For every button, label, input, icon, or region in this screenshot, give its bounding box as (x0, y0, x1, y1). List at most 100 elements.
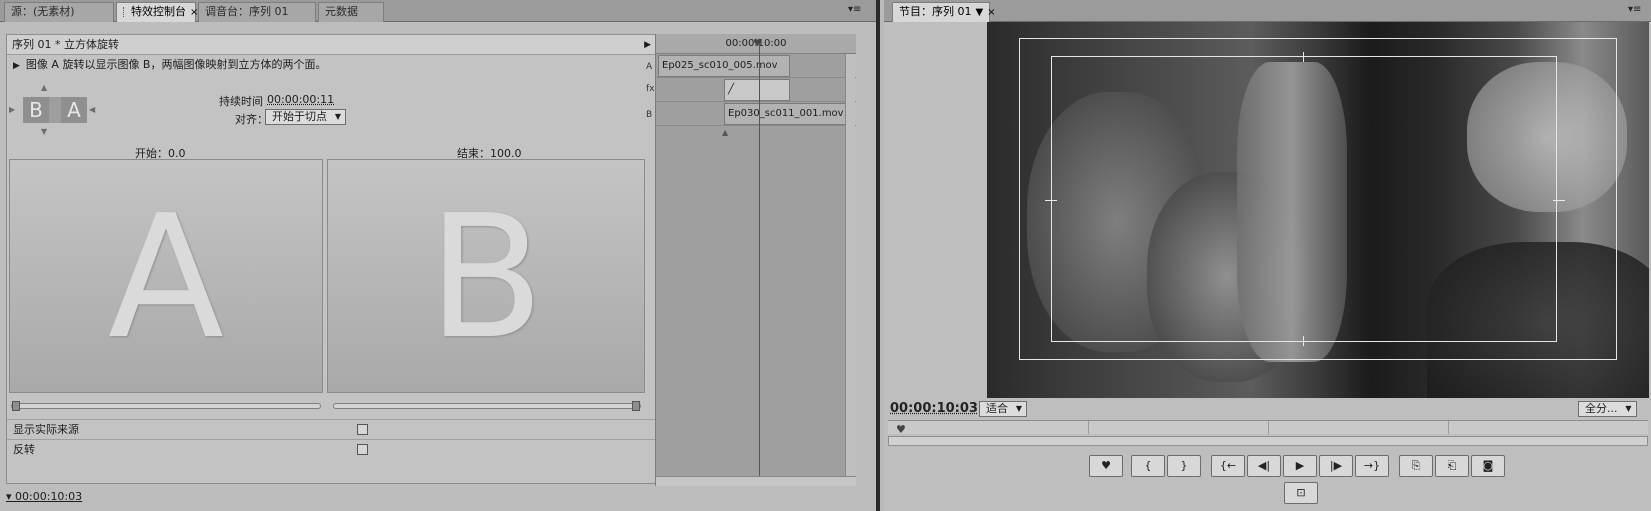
tab-metadata[interactable]: 元数据 (318, 2, 384, 22)
effect-description: ▶ 图像 A 旋转以显示图像 B，两幅图像映射到立方体的两个面。 (13, 57, 326, 74)
step-back-button[interactable]: ◀| (1247, 455, 1281, 477)
ruler-tick (1448, 421, 1449, 434)
track-a-label: A (646, 62, 653, 72)
track-fx-label: fx (646, 84, 655, 94)
program-monitor: 节目：序列 01 ▼ × ▾≡ 00:00:10:03 适合 ▼ 全分... ▼ ♥ ♥… (884, 0, 1651, 511)
fit-select-value: 适合 (986, 402, 1008, 415)
time-ruler[interactable] (888, 420, 1648, 434)
triangle-left-icon[interactable]: ▶ (9, 105, 15, 114)
resolution-select[interactable]: 全分... ▼ (1578, 401, 1637, 417)
crosshair-left (1045, 200, 1057, 201)
start-slider[interactable] (11, 401, 321, 411)
edit-controls: ⎘ ⎗ ◙ (1399, 455, 1507, 479)
tab-source[interactable]: 源：(无素材) (4, 2, 114, 22)
add-marker-button[interactable]: ♥ (1089, 455, 1123, 477)
alignment-select-value: 开始于切点 (272, 110, 327, 123)
playhead-line[interactable] (759, 42, 760, 486)
duration-value[interactable]: 00:00:00:11 (267, 93, 334, 106)
triangle-up-icon[interactable]: ▲ (41, 83, 47, 92)
mark-out-button[interactable]: } (1167, 455, 1201, 477)
play-preview-icon[interactable]: ▶ (13, 61, 20, 71)
transport-controls: {← ◀| ▶ |▶ →} (1211, 455, 1391, 479)
reverse-label: 反转 (13, 443, 35, 456)
export-frame-button[interactable]: ◙ (1471, 455, 1505, 477)
alignment-select[interactable]: 开始于切点 ▼ (265, 109, 346, 125)
thumb-b: B (23, 97, 49, 123)
tab-source-label: 源：(无素材) (11, 5, 75, 18)
show-actual-sources-checkbox[interactable] (357, 424, 368, 435)
transition-thumbnail[interactable]: ▶ B A ◀ (9, 97, 95, 123)
playhead-icon[interactable]: ♥ (753, 38, 762, 49)
chevron-down-icon: ▼ (1625, 404, 1632, 413)
tab-effect-controls[interactable]: 特效控制台 × (116, 2, 198, 22)
show-actual-sources-label: 显示实际来源 (13, 423, 79, 436)
trim-button[interactable]: ⊡ (1284, 482, 1318, 504)
tab-program-label: 节目：序列 01 (899, 5, 972, 18)
tab-audio-mixer-label: 调音台：序列 01 (205, 5, 289, 18)
track-fx: fx ╱ (646, 78, 856, 102)
marker-icon: ▾ (6, 490, 16, 503)
go-to-out-button[interactable]: →} (1355, 455, 1389, 477)
panel-menu-icon[interactable]: ▾≡ (848, 4, 861, 15)
track-a: A Ep025_sc010_005.mov (646, 54, 856, 78)
go-to-in-button[interactable]: {← (1211, 455, 1245, 477)
playhead-icon[interactable]: ♥ (896, 423, 906, 436)
clip-b[interactable]: Ep030_sc011_001.mov (724, 103, 848, 125)
close-icon[interactable]: × (987, 7, 995, 18)
clip-a[interactable]: Ep025_sc010_005.mov (658, 55, 790, 77)
zoom-scrollbar[interactable] (888, 436, 1648, 446)
current-time[interactable]: ▾ 00:00:10:03 (6, 490, 82, 503)
start-slider-handle[interactable] (12, 401, 20, 411)
ruler-tick (1088, 421, 1089, 434)
lift-button[interactable]: ⎘ (1399, 455, 1433, 477)
step-forward-button[interactable]: |▶ (1319, 455, 1353, 477)
transition-clip[interactable]: ╱ (724, 79, 790, 101)
ruler-tick (1268, 421, 1269, 434)
preview-start: A (9, 159, 323, 393)
mark-in-button[interactable]: { (1131, 455, 1165, 477)
marker-controls: ♥ (1089, 455, 1125, 479)
clip-b-name: Ep030_sc011_001.mov (728, 108, 844, 119)
track-b: B Ep030_sc011_001.mov (646, 102, 856, 126)
timeline-vertical-scrollbar[interactable] (845, 54, 855, 486)
show-actual-sources-row: 显示实际来源 (7, 419, 659, 439)
crosshair-bottom (1303, 336, 1304, 346)
clip-a-name: Ep025_sc010_005.mov (662, 60, 778, 71)
end-slider[interactable] (333, 401, 641, 411)
preview-letter-b: B (427, 179, 545, 377)
timeline-horizontal-scrollbar[interactable] (656, 476, 856, 486)
triangle-down-icon[interactable]: ▼ (41, 127, 47, 136)
end-slider-handle[interactable] (632, 401, 640, 411)
reverse-row: 反转 (7, 439, 659, 459)
title-safe-frame (1051, 56, 1557, 342)
effect-description-text: 图像 A 旋转以显示图像 B，两幅图像映射到立方体的两个面。 (25, 58, 327, 71)
reverse-checkbox[interactable] (357, 444, 368, 455)
expand-arrow-icon[interactable]: ▶ (644, 35, 651, 55)
transition-diagonal-icon: ╱ (728, 84, 735, 95)
tab-metadata-label: 元数据 (325, 5, 358, 18)
alignment-label: 对齐： (235, 113, 268, 126)
effect-header: 序列 01 * 立方体旋转 ▶ (7, 35, 657, 55)
in-out-controls: { } (1131, 455, 1203, 479)
duration-label: 持续时间 (219, 95, 263, 108)
tab-effect-controls-label: 特效控制台 (131, 5, 186, 18)
tab-program[interactable]: 节目：序列 01 ▼ × (892, 2, 996, 22)
panel-menu-icon[interactable]: ▾≡ (1628, 4, 1641, 15)
chevron-down-icon[interactable]: ▼ (976, 7, 984, 18)
preview-end: B (327, 159, 645, 393)
resolution-select-value: 全分... (1585, 402, 1618, 415)
extract-button[interactable]: ⎗ (1435, 455, 1469, 477)
program-timecode[interactable]: 00:00:10:03 (890, 401, 978, 416)
track-b-label: B (646, 110, 653, 120)
thumb-a: A (61, 97, 87, 123)
fit-select[interactable]: 适合 ▼ (979, 401, 1027, 417)
effect-timeline: 00:00:10:00 A Ep025_sc010_005.mov fx ╱ B… (646, 34, 856, 486)
crosshair-top (1303, 52, 1304, 62)
chevron-down-icon: ▼ (1015, 404, 1022, 413)
play-button[interactable]: ▶ (1283, 455, 1317, 477)
left-tabbar: 源：(无素材) 特效控制台 × 调音台：序列 01 元数据 ▾≡ (0, 0, 876, 22)
triangle-right-icon[interactable]: ◀ (89, 105, 95, 114)
cut-marker-icon: ▲ (722, 128, 729, 137)
tab-audio-mixer[interactable]: 调音台：序列 01 (198, 2, 316, 22)
program-video-frame[interactable] (987, 22, 1649, 398)
